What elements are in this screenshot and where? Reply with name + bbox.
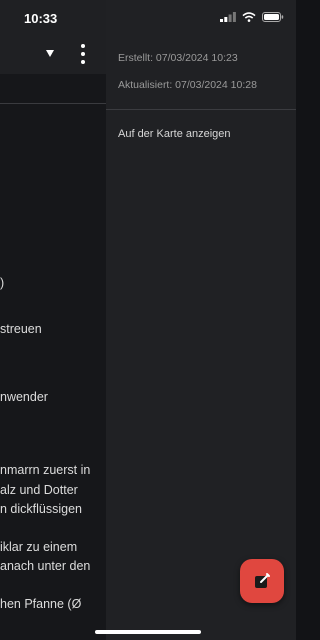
text-fragment: hen Pfanne (Ø bbox=[0, 597, 82, 611]
show-on-map-link[interactable]: Auf der Karte anzeigen bbox=[118, 128, 231, 140]
text-fragment: streuen bbox=[0, 322, 42, 336]
text-fragment: alz und Dotter bbox=[0, 483, 78, 497]
updated-date: Aktualisiert: 07/03/2024 10:28 bbox=[118, 79, 257, 91]
text-fragment: ) bbox=[0, 276, 5, 290]
text-fragment: anach unter den bbox=[0, 559, 91, 573]
divider bbox=[106, 109, 296, 110]
kebab-menu-icon[interactable] bbox=[80, 44, 86, 64]
signal-icon bbox=[220, 12, 236, 22]
divider bbox=[0, 103, 106, 104]
dropdown-triangle-icon[interactable] bbox=[46, 50, 54, 57]
info-drawer: Erstellt: 07/03/2024 10:23 Aktualisiert:… bbox=[106, 0, 296, 640]
battery-icon bbox=[262, 12, 284, 22]
background-content: ) streuen nwender nmarrn zuerst in alz u… bbox=[0, 0, 106, 640]
status-bar: 10:33 bbox=[0, 0, 296, 36]
wifi-icon bbox=[242, 12, 256, 22]
status-time: 10:33 bbox=[24, 11, 58, 26]
created-date: Erstellt: 07/03/2024 10:23 bbox=[118, 52, 238, 64]
text-fragment: n dickflüssigen bbox=[0, 502, 82, 516]
edit-icon bbox=[255, 573, 270, 588]
text-fragment: iklar zu einem bbox=[0, 540, 78, 554]
edit-fab-button[interactable] bbox=[240, 559, 284, 603]
status-icons bbox=[220, 12, 284, 22]
text-fragment: nmarrn zuerst in bbox=[0, 463, 91, 477]
home-indicator[interactable] bbox=[95, 630, 201, 634]
text-fragment: nwender bbox=[0, 390, 48, 404]
